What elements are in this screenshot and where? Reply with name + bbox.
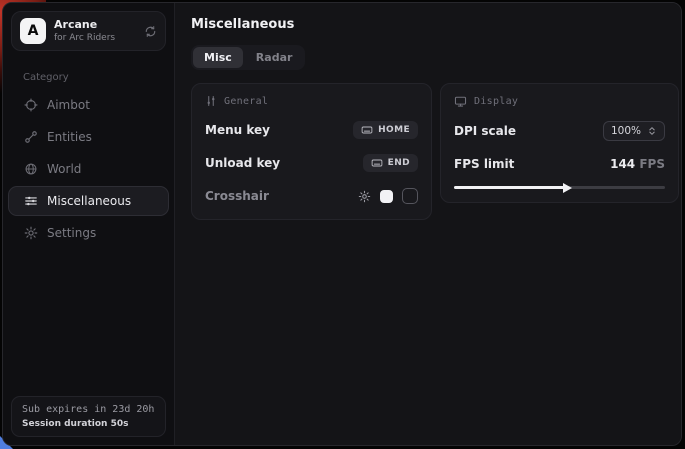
crosshair-checkbox[interactable]: [402, 188, 418, 204]
fps-limit-row: FPS limit 144 FPS: [454, 154, 665, 174]
gear-icon[interactable]: [358, 190, 371, 203]
unload-key-row: Unload key END: [205, 153, 418, 173]
general-panel: General Menu key HOME Unload key: [191, 83, 432, 220]
dpi-scale-value: 100%: [611, 125, 641, 137]
keyboard-icon: [361, 124, 373, 136]
fps-limit-slider[interactable]: [454, 186, 665, 189]
brand-title: Arcane: [54, 19, 136, 32]
sidebar-item-aimbot[interactable]: Aimbot: [8, 90, 169, 120]
globe-icon: [24, 162, 38, 176]
display-panel-header: Display: [454, 95, 665, 108]
session-duration-text: Session duration 50s: [22, 419, 155, 429]
fps-number: 144: [610, 157, 635, 171]
dpi-scale-row: DPI scale 100%: [454, 121, 665, 141]
sidebar-item-world[interactable]: World: [8, 154, 169, 184]
unload-key-binding[interactable]: END: [363, 154, 418, 172]
fps-slider-thumb[interactable]: [563, 183, 572, 193]
fps-limit-label: FPS limit: [454, 157, 514, 171]
brand-subtitle: for Arc Riders: [54, 33, 136, 43]
sidebar-item-label: Aimbot: [47, 98, 90, 112]
display-panel: Display DPI scale 100% FPS limit: [440, 83, 679, 203]
fps-slider-fill: [454, 186, 566, 189]
sidebar-nav: Aimbot Entities World: [3, 88, 174, 248]
gear-icon: [24, 226, 38, 240]
crosshair-label: Crosshair: [205, 189, 269, 203]
app-window: A Arcane for Arc Riders Category: [2, 2, 682, 446]
crosshair-controls: [358, 188, 418, 204]
brand-text: Arcane for Arc Riders: [54, 19, 136, 43]
keyboard-icon: [371, 157, 383, 169]
unload-key-label: Unload key: [205, 156, 280, 170]
fps-unit: FPS: [639, 157, 665, 171]
menu-key-value: HOME: [378, 125, 410, 135]
dpi-scale-select[interactable]: 100%: [603, 121, 665, 141]
fps-limit-value: 144 FPS: [610, 157, 665, 171]
menu-key-binding[interactable]: HOME: [353, 121, 418, 139]
brand-card: A Arcane for Arc Riders: [11, 11, 166, 51]
subscription-card: Sub expires in 23d 20h Session duration …: [11, 396, 166, 437]
tab-misc[interactable]: Misc: [193, 47, 243, 68]
general-panel-header: General: [205, 95, 418, 107]
sidebar-item-miscellaneous[interactable]: Miscellaneous: [8, 186, 169, 216]
crosshair-color-swatch[interactable]: [380, 190, 393, 203]
page-title: Miscellaneous: [191, 17, 679, 32]
sidebar-item-entities[interactable]: Entities: [8, 122, 169, 152]
sidebar-item-label: Miscellaneous: [47, 194, 131, 208]
chevron-up-down-icon: [647, 126, 657, 136]
sliders-icon: [24, 194, 38, 208]
sidebar-item-label: Entities: [47, 130, 92, 144]
menu-key-label: Menu key: [205, 123, 270, 137]
category-label: Category: [23, 72, 174, 83]
sliders-icon: [205, 95, 217, 107]
display-panel-title: Display: [474, 96, 518, 107]
crosshair-row: Crosshair: [205, 186, 418, 206]
crosshair-icon: [24, 98, 38, 112]
dpi-scale-label: DPI scale: [454, 124, 516, 138]
sidebar-item-settings[interactable]: Settings: [8, 218, 169, 248]
menu-key-row: Menu key HOME: [205, 120, 418, 140]
unload-key-value: END: [388, 158, 410, 168]
refresh-icon[interactable]: [144, 25, 157, 38]
route-icon: [24, 130, 38, 144]
general-panel-title: General: [224, 96, 268, 107]
sidebar-item-label: Settings: [47, 226, 96, 240]
panels-row: General Menu key HOME Unload key: [191, 83, 679, 220]
tab-bar: Misc Radar: [191, 45, 305, 70]
sub-expires-text: Sub expires in 23d 20h: [22, 404, 155, 415]
main-content: Miscellaneous Misc Radar General: [175, 3, 682, 445]
sidebar-item-label: World: [47, 162, 81, 176]
monitor-icon: [454, 95, 467, 108]
tab-radar[interactable]: Radar: [245, 47, 304, 68]
sidebar: A Arcane for Arc Riders Category: [3, 3, 175, 445]
app-logo: A: [20, 18, 46, 44]
